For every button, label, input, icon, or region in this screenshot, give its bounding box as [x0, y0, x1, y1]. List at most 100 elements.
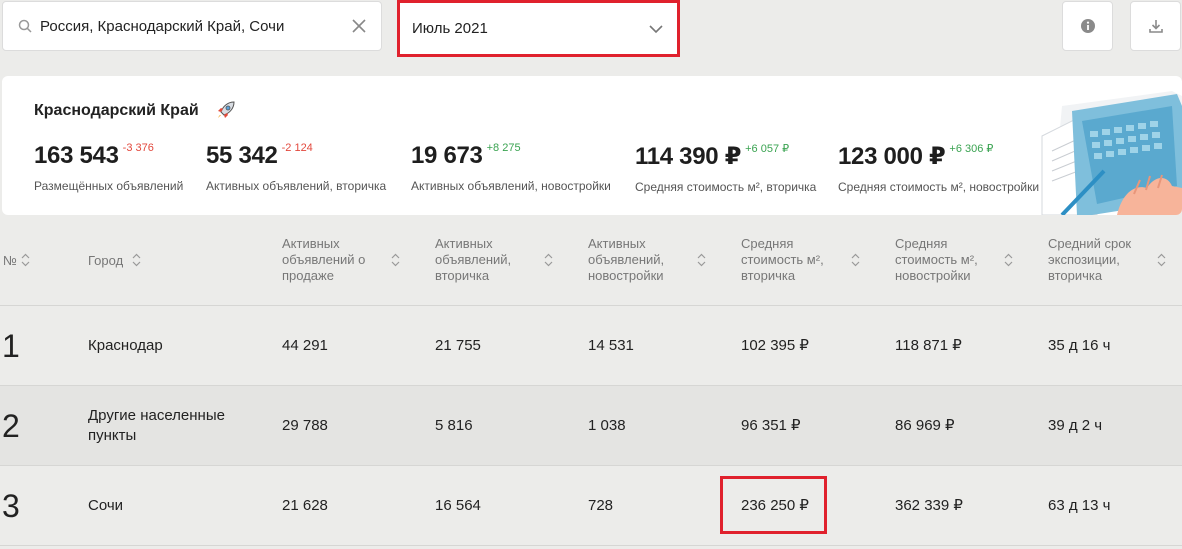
- download-button[interactable]: [1130, 1, 1181, 51]
- row-number: 1: [2, 327, 20, 364]
- stat-value: 123 000 ₽: [838, 143, 946, 170]
- download-icon: [1148, 20, 1163, 33]
- table-header: № Город Активных объявлений о продаже Ак…: [0, 226, 1182, 306]
- stat-value: 114 390 ₽: [635, 143, 742, 170]
- column-header-label: Город: [88, 253, 124, 268]
- stat-label: Активных объявлений, новостройки: [411, 179, 611, 193]
- active-secondary-cell: 21 755: [435, 336, 481, 354]
- stat-delta: -2 124: [281, 142, 313, 154]
- stat-value: 163 543: [34, 142, 119, 169]
- stat-label: Активных объявлений, вторичка: [206, 179, 387, 193]
- column-header-line: экспозиции,: [1048, 252, 1120, 267]
- stat-delta: +6 057 ₽: [745, 143, 790, 155]
- stat-active-new: 19 673 +8 275 Активных объявлений, новост…: [411, 142, 611, 193]
- active-new-cell: 728: [588, 496, 614, 514]
- stat-delta: -3 376: [122, 142, 154, 154]
- column-header-line: новостройки: [895, 268, 971, 283]
- month-select[interactable]: Июль 2021: [397, 0, 680, 57]
- row-number: 2: [2, 407, 20, 444]
- column-header-active-secondary[interactable]: Активных объявлений, вторичка: [435, 236, 511, 284]
- active-secondary-cell: 5 816: [435, 416, 473, 434]
- column-header-line: Средний срок: [1048, 236, 1132, 251]
- table-row[interactable]: 1 Краснодар 44 291 21 755 14 531 102 395…: [0, 306, 1182, 386]
- city-cell: Другие населенные пункты: [88, 406, 225, 444]
- active-new-cell: 1 038: [588, 416, 626, 434]
- column-header-active-sale[interactable]: Активных объявлений о продаже: [282, 236, 365, 284]
- column-header-line: Активных: [435, 236, 493, 251]
- exposure-cell: 39 д 2 ч: [1048, 416, 1103, 434]
- column-header-num[interactable]: №: [3, 253, 17, 269]
- city-cell: Сочи: [88, 496, 124, 514]
- stat-delta: +6 306 ₽: [949, 143, 994, 155]
- column-header-line: Активных: [282, 236, 340, 251]
- stat-avg-secondary: 114 390 ₽ +6 057 ₽ Средняя стоимость м², …: [635, 142, 816, 194]
- avg-new-cell: 86 969 ₽: [895, 416, 955, 434]
- stat-label: Средняя стоимость м², новостройки: [838, 180, 1040, 194]
- column-header-label: №: [3, 253, 17, 268]
- column-header-line: продаже: [282, 268, 334, 283]
- sort-icon[interactable]: [851, 253, 860, 267]
- search-icon: [18, 19, 32, 33]
- column-header-line: объявлений,: [588, 252, 665, 267]
- column-header-city[interactable]: Город: [88, 253, 123, 269]
- table-row[interactable]: 2 Другие населенные пункты 29 788 5 816 …: [0, 386, 1182, 466]
- sort-icon[interactable]: [391, 253, 400, 267]
- active-secondary-cell: 16 564: [435, 496, 481, 514]
- sort-icon[interactable]: [697, 253, 706, 267]
- column-header-line: объявлений о: [282, 252, 366, 267]
- column-header-line: объявлений,: [435, 252, 512, 267]
- month-value: Июль 2021: [412, 20, 488, 37]
- sort-icon[interactable]: [544, 253, 553, 267]
- info-icon: [1080, 19, 1095, 33]
- column-header-line: Средняя: [895, 236, 948, 251]
- exposure-cell: 63 д 13 ч: [1048, 496, 1111, 514]
- column-header-line: стоимость м²,: [741, 252, 824, 267]
- region-summary-card: Краснодарский Край 163 543 -3 376 Размещё…: [2, 76, 1182, 215]
- avg-secondary-cell: 102 395 ₽: [741, 336, 809, 354]
- avg-new-cell: 362 339 ₽: [895, 496, 963, 514]
- column-header-line: Активных: [588, 236, 646, 251]
- column-header-line: вторичка: [741, 268, 796, 283]
- column-header-line: стоимость м²,: [895, 252, 978, 267]
- search-value: Россия, Краснодарский Край, Сочи: [40, 17, 285, 35]
- stat-delta: +8 275: [486, 142, 521, 154]
- column-header-line: новостройки: [588, 268, 664, 283]
- highlight-annotation: [720, 476, 827, 534]
- active-sale-cell: 21 628: [282, 496, 328, 514]
- avg-new-cell: 118 871 ₽: [895, 336, 962, 354]
- rocket-icon: [218, 101, 235, 118]
- column-header-active-new[interactable]: Активных объявлений, новостройки: [588, 236, 664, 284]
- column-header-exposure[interactable]: Средний срок экспозиции, вторичка: [1048, 236, 1131, 284]
- close-icon[interactable]: [351, 18, 367, 34]
- stat-active-secondary: 55 342 -2 124 Активных объявлений, вторич…: [206, 142, 386, 193]
- stat-value: 55 342: [206, 142, 278, 169]
- avg-secondary-cell: 96 351 ₽: [741, 416, 801, 434]
- column-header-avg-new[interactable]: Средняя стоимость м², новостройки: [895, 236, 978, 284]
- column-header-avg-secondary[interactable]: Средняя стоимость м², вторичка: [741, 236, 824, 284]
- info-button[interactable]: [1062, 1, 1113, 51]
- column-header-line: вторичка: [435, 268, 490, 283]
- city-cell: Краснодар: [88, 336, 163, 354]
- active-sale-cell: 44 291: [282, 336, 328, 354]
- chevron-down-icon: [649, 24, 663, 33]
- location-search-input[interactable]: Россия, Краснодарский Край, Сочи: [2, 1, 382, 51]
- region-title: Краснодарский Край: [34, 102, 199, 119]
- laptop-illustration: [1041, 91, 1182, 215]
- sort-icon[interactable]: [21, 253, 30, 267]
- stat-placed: 163 543 -3 376 Размещённых объявлений: [34, 142, 183, 193]
- stat-label: Средняя стоимость м², вторичка: [635, 180, 817, 194]
- column-header-line: вторичка: [1048, 268, 1103, 283]
- stat-value: 19 673: [411, 142, 483, 169]
- column-header-line: Средняя: [741, 236, 794, 251]
- exposure-cell: 35 д 16 ч: [1048, 336, 1111, 354]
- stat-label: Размещённых объявлений: [34, 179, 184, 193]
- sort-icon[interactable]: [132, 253, 141, 267]
- sort-icon[interactable]: [1157, 253, 1166, 267]
- table-row[interactable]: 3 Сочи 21 628 16 564 728 236 250 ₽ 362 3…: [0, 466, 1182, 546]
- stat-avg-new: 123 000 ₽ +6 306 ₽ Средняя стоимость м², …: [838, 142, 1039, 194]
- active-sale-cell: 29 788: [282, 416, 328, 434]
- page: Россия, Краснодарский Край, Сочи Июль 20…: [0, 0, 1182, 549]
- row-number: 3: [2, 487, 20, 524]
- sort-icon[interactable]: [1004, 253, 1013, 267]
- active-new-cell: 14 531: [588, 336, 634, 354]
